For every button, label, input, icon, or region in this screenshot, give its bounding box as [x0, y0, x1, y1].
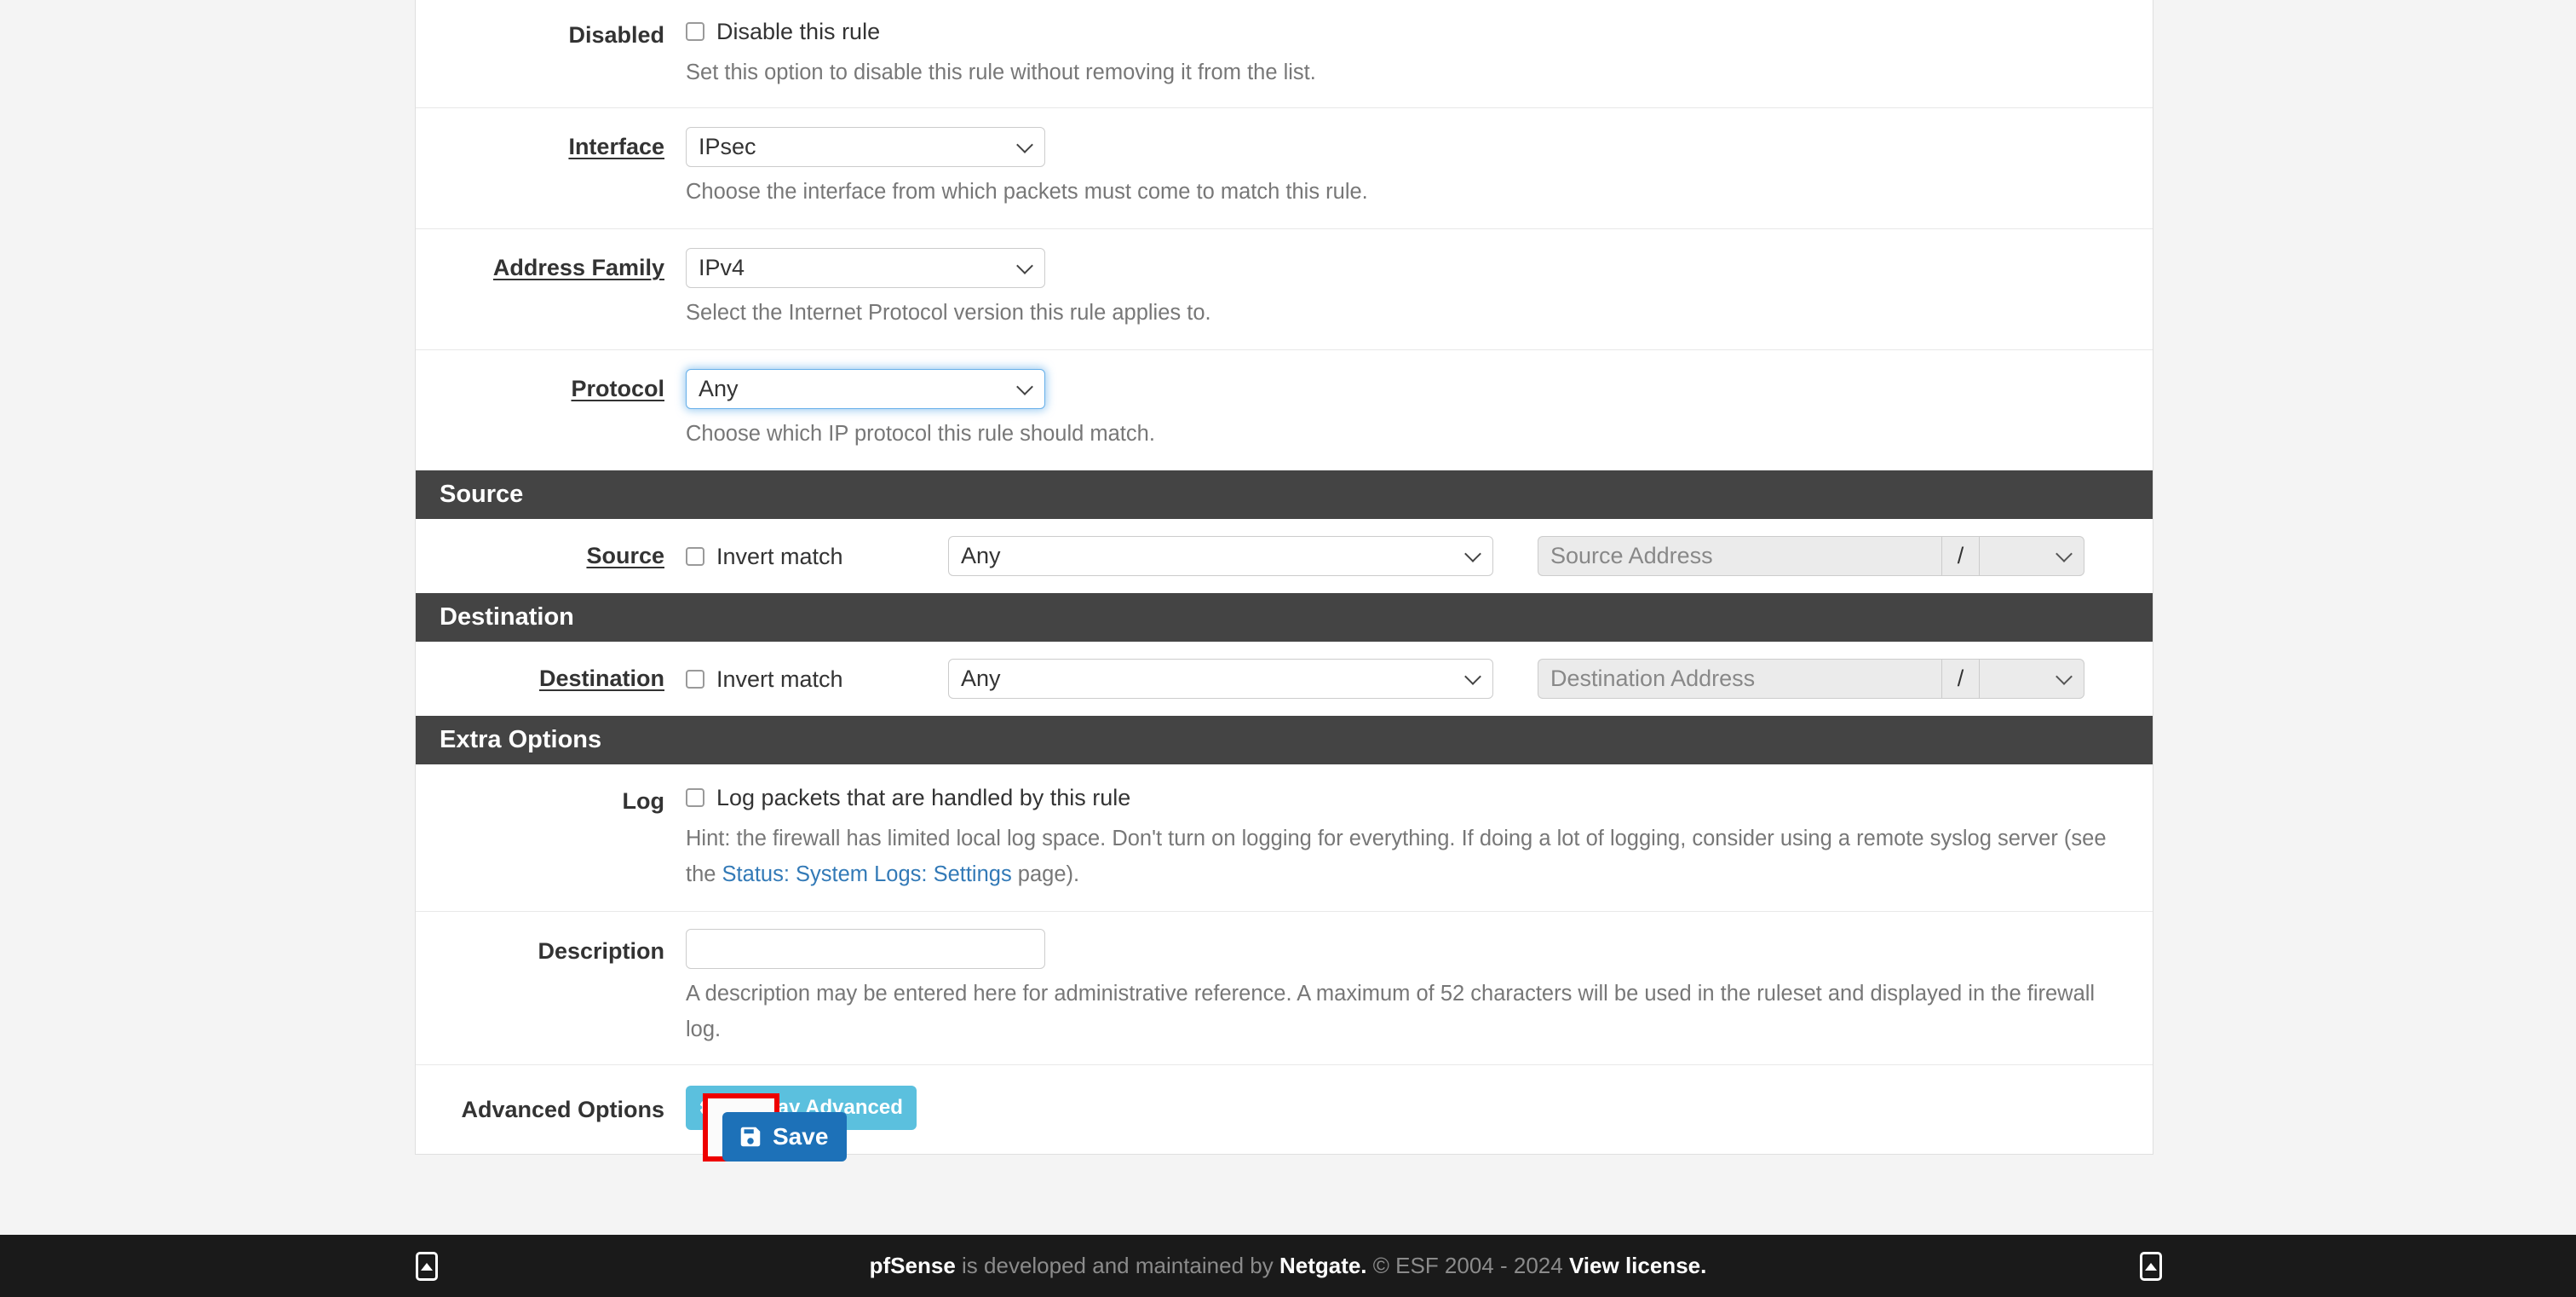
footer-brand: pfSense [869, 1253, 956, 1278]
source-invert-label[interactable]: Invert match [716, 544, 843, 569]
disable-rule-checkbox-label[interactable]: Disable this rule [716, 19, 880, 44]
destination-address-row: Invert match Any Destination Address / [686, 659, 2132, 699]
field-log: Log packets that are handled by this rul… [686, 781, 2153, 892]
log-checkbox[interactable] [686, 788, 704, 807]
chevron-down-icon [1018, 139, 1032, 153]
scroll-to-top-right-button[interactable] [2140, 1252, 2162, 1281]
label-destination[interactable]: Destination [416, 659, 686, 694]
log-checkbox-line[interactable]: Log packets that are handled by this rul… [686, 781, 2132, 814]
label-disabled: Disabled [568, 22, 664, 48]
label-log: Log [622, 788, 664, 814]
form-row-address-family: Address Family IPv4 Select the Internet … [416, 229, 2153, 350]
triangle-up-icon [2145, 1262, 2157, 1271]
field-description: A description may be entered here for ad… [686, 929, 2153, 1047]
chevron-down-icon [2057, 671, 2072, 685]
section-header-destination: Destination [416, 593, 2153, 642]
save-button-label: Save [773, 1123, 829, 1150]
source-address-input[interactable]: Source Address [1538, 536, 1941, 576]
chevron-down-icon [1018, 260, 1032, 274]
help-address-family: Select the Internet Protocol version thi… [686, 301, 1211, 325]
destination-type-value: Any [961, 666, 1001, 691]
chevron-down-icon [1466, 548, 1481, 562]
page-root: Disabled Disable this rule Set this opti… [0, 0, 2576, 1297]
footer-license-link[interactable]: View license. [1569, 1253, 1706, 1278]
field-disabled: Disable this rule Set this option to dis… [686, 15, 2153, 90]
source-address-group: Source Address / [1538, 536, 2084, 576]
field-source: Invert match Any Source Address / [686, 536, 2153, 576]
source-invert-checkbox[interactable] [686, 546, 704, 566]
source-type-select[interactable]: Any [948, 536, 1493, 576]
form-row-description: Description A description may be entered… [416, 912, 2153, 1065]
field-address-family: IPv4 Select the Internet Protocol versio… [686, 248, 2153, 331]
destination-address-input[interactable]: Destination Address [1538, 659, 1941, 699]
address-family-select-value: IPv4 [699, 255, 745, 280]
help-protocol: Choose which IP protocol this rule shoul… [686, 422, 1155, 446]
disable-rule-checkbox[interactable] [686, 22, 704, 41]
label-description: Description [538, 938, 664, 964]
help-interface: Choose the interface from which packets … [686, 180, 1368, 204]
section-header-extra-options: Extra Options [416, 716, 2153, 764]
save-button[interactable]: Save [722, 1112, 848, 1162]
label-protocol[interactable]: Protocol [416, 369, 686, 404]
firewall-rule-edit-panel: Disabled Disable this rule Set this opti… [415, 0, 2153, 1155]
help-description: A description may be entered here for ad… [686, 982, 2096, 1041]
protocol-select-value: Any [699, 376, 739, 401]
form-row-log: Log Log packets that are handled by this… [416, 764, 2153, 912]
form-row-source: Source Invert match Any Source Address / [416, 519, 2153, 593]
floppy-disk-icon [738, 1124, 763, 1150]
label-source[interactable]: Source [416, 536, 686, 571]
destination-invert-label[interactable]: Invert match [716, 666, 843, 692]
disable-rule-checkbox-line[interactable]: Disable this rule [686, 15, 2132, 48]
form-row-destination: Destination Invert match Any Destination… [416, 642, 2153, 716]
source-invert-checkbox-line[interactable]: Invert match [686, 540, 948, 573]
source-mask-select[interactable] [1979, 536, 2084, 576]
source-address-row: Invert match Any Source Address / [686, 536, 2132, 576]
help-log: Hint: the firewall has limited local log… [686, 821, 2132, 892]
system-logs-settings-link[interactable]: Status: System Logs: Settings [722, 862, 1012, 886]
field-interface: IPsec Choose the interface from which pa… [686, 127, 2153, 210]
interface-select-value: IPsec [699, 134, 756, 159]
label-address-family[interactable]: Address Family [416, 248, 686, 283]
field-destination: Invert match Any Destination Address / [686, 659, 2153, 699]
section-header-source: Source [416, 470, 2153, 519]
chevron-down-icon [1018, 381, 1032, 395]
chevron-down-icon [1466, 671, 1481, 685]
help-log-after: page). [1011, 862, 1080, 886]
form-row-interface: Interface IPsec Choose the interface fro… [416, 108, 2153, 229]
save-button-wrapper: Save [722, 1112, 848, 1162]
destination-address-group: Destination Address / [1538, 659, 2084, 699]
label-interface[interactable]: Interface [416, 127, 686, 162]
save-action-area: Save [415, 1081, 2153, 1207]
help-disabled: Set this option to disable this rule wit… [686, 61, 1316, 84]
address-family-select[interactable]: IPv4 [686, 248, 1045, 288]
destination-mask-select[interactable] [1979, 659, 2084, 699]
log-checkbox-label[interactable]: Log packets that are handled by this rul… [716, 785, 1130, 810]
destination-invert-checkbox-line[interactable]: Invert match [686, 663, 948, 695]
footer-company: Netgate. [1279, 1253, 1367, 1278]
destination-invert-checkbox[interactable] [686, 669, 704, 689]
form-row-protocol: Protocol Any Choose which IP protocol th… [416, 350, 2153, 470]
protocol-select[interactable]: Any [686, 369, 1045, 409]
page-footer: pfSense is developed and maintained by N… [0, 1235, 2576, 1297]
footer-text: pfSense is developed and maintained by N… [0, 1235, 2576, 1297]
source-slash-separator: / [1941, 536, 1979, 576]
destination-type-select[interactable]: Any [948, 659, 1493, 699]
destination-slash-separator: / [1941, 659, 1979, 699]
interface-select[interactable]: IPsec [686, 127, 1045, 167]
chevron-down-icon [2057, 548, 2072, 562]
footer-text-mid: is developed and maintained by [955, 1253, 1279, 1278]
description-input[interactable] [686, 929, 1045, 969]
source-type-value: Any [961, 543, 1001, 568]
field-protocol: Any Choose which IP protocol this rule s… [686, 369, 2153, 452]
footer-copyright: © ESF 2004 - 2024 [1366, 1253, 1569, 1278]
form-row-disabled: Disabled Disable this rule Set this opti… [416, 0, 2153, 108]
